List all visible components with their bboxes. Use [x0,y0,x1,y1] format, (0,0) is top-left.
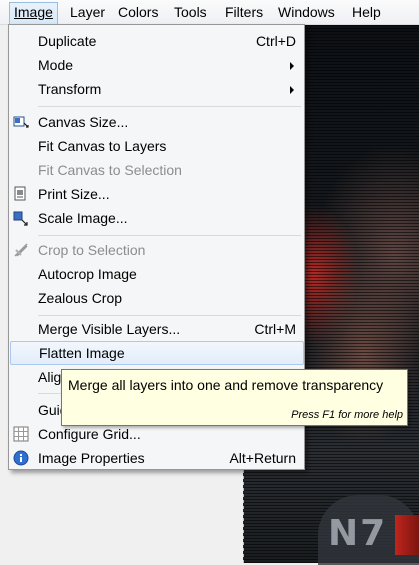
menu-item-label: Fit Canvas to Selection [38,162,182,178]
menubar-tools[interactable]: Tools [170,3,211,22]
menu-item-label: Canvas Size... [38,114,129,130]
menubar-windows-label: Windows [278,4,335,20]
menu-item-zealous-crop[interactable]: Zealous Crop [9,286,304,310]
menu-item-mode[interactable]: Mode [9,53,304,77]
menu-item-print-size[interactable]: Print Size... [9,182,304,206]
menu-item-label: Autocrop Image [38,266,137,282]
menubar-layer[interactable]: Layer [66,3,109,22]
menu-item-label: Mode [38,57,74,73]
scale-image-icon [13,211,28,226]
menu-item-canvas-size[interactable]: Canvas Size... [9,110,304,134]
menubar-image[interactable]: Image [9,2,58,24]
menubar-layer-label: Layer [70,4,106,20]
canvas-size-icon [13,116,29,128]
menu-item-merge-visible-layers[interactable]: Merge Visible Layers... Ctrl+M [9,317,304,341]
menubar-windows[interactable]: Windows [274,3,339,22]
menu-item-flatten-image[interactable]: Flatten Image [10,341,304,365]
menu-separator [38,106,301,107]
menu-separator [38,235,301,236]
menu-item-fit-canvas-to-selection: Fit Canvas to Selection [9,158,304,182]
menu-item-label: Duplicate [38,33,97,49]
menubar-colors[interactable]: Colors [114,3,162,22]
menu-item-label: Merge Visible Layers... [38,321,181,337]
submenu-arrow-icon [290,62,294,70]
menu-item-accelerator: Ctrl+D [255,33,296,49]
menu-item-fit-canvas-to-layers[interactable]: Fit Canvas to Layers [9,134,304,158]
menubar-help[interactable]: Help [348,3,385,22]
print-size-icon [14,186,26,201]
menubar-tools-label: Tools [174,4,207,20]
menu-item-label: Print Size... [38,186,110,202]
menu-item-accelerator: Alt+Return [229,450,296,466]
menu-item-label: Crop to Selection [38,242,146,258]
menu-item-label: Fit Canvas to Layers [38,138,167,154]
menu-separator [38,315,301,316]
menubar-help-label: Help [352,4,381,20]
menu-item-label: Zealous Crop [38,290,123,306]
menu-item-label: Image Properties [38,450,145,466]
crop-icon [14,243,28,257]
menu-item-scale-image[interactable]: Scale Image... [9,206,304,230]
menu-item-label: Scale Image... [38,210,128,226]
menubar: Image Layer Colors Tools Filters Windows… [0,0,419,25]
menubar-filters-label: Filters [225,4,264,20]
menu-item-label: Flatten Image [39,345,125,361]
grid-icon [13,426,29,442]
menu-item-label: Transform [38,81,102,97]
tooltip: Merge all layers into one and remove tra… [61,369,408,426]
menu-item-image-properties[interactable]: Image Properties Alt+Return [9,446,304,470]
tooltip-help-hint: Press F1 for more help [291,409,403,421]
menubar-filters[interactable]: Filters [221,3,267,22]
menu-item-accelerator: Ctrl+M [254,321,296,337]
armor-stripe [395,515,419,555]
n7-logo-text: N7 [328,513,388,554]
tooltip-text: Merge all layers into one and remove tra… [68,377,384,393]
menu-item-duplicate[interactable]: Duplicate Ctrl+D [9,29,304,53]
menubar-image-mnemonic: Image [14,4,53,20]
submenu-arrow-icon [290,86,294,94]
menu-item-autocrop-image[interactable]: Autocrop Image [9,262,304,286]
menu-item-crop-to-selection: Crop to Selection [9,238,304,262]
info-icon [13,450,29,466]
menu-item-transform[interactable]: Transform [9,77,304,101]
menubar-colors-label: Colors [118,4,159,20]
